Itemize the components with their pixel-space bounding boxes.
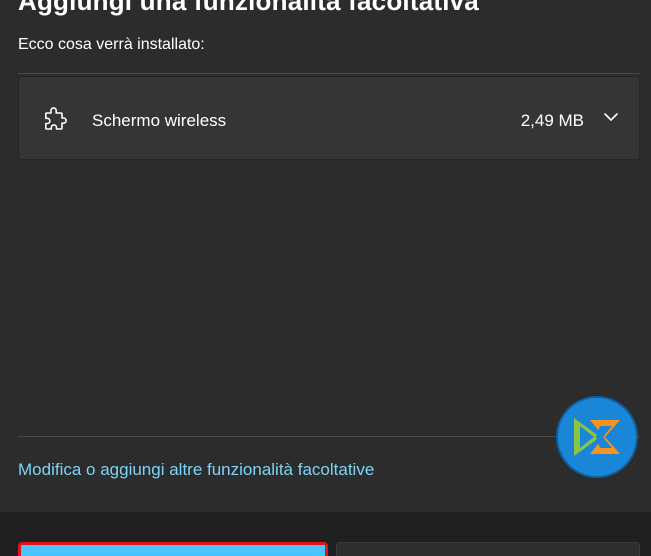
add-optional-feature-dialog: Aggiungi una funzionalità facoltativa Ec… bbox=[0, 0, 651, 556]
dialog-subtitle: Ecco cosa verrà installato: bbox=[18, 36, 205, 53]
puzzle-icon bbox=[45, 107, 67, 130]
chevron-down-icon[interactable] bbox=[603, 111, 619, 123]
install-button[interactable] bbox=[18, 542, 328, 556]
logo-watermark bbox=[556, 396, 638, 478]
cancel-button[interactable] bbox=[336, 542, 640, 556]
feature-size: 2,49 MB bbox=[520, 111, 584, 130]
feature-item-wireless-display[interactable]: Schermo wireless 2,49 MB bbox=[18, 76, 640, 160]
modify-optional-features-link[interactable]: Modifica o aggiungi altre funzionalità f… bbox=[18, 460, 374, 480]
feature-name: Schermo wireless bbox=[92, 111, 227, 130]
dialog-title: Aggiungi una funzionalità facoltativa bbox=[18, 0, 479, 16]
divider bbox=[18, 436, 640, 437]
divider bbox=[18, 73, 640, 74]
